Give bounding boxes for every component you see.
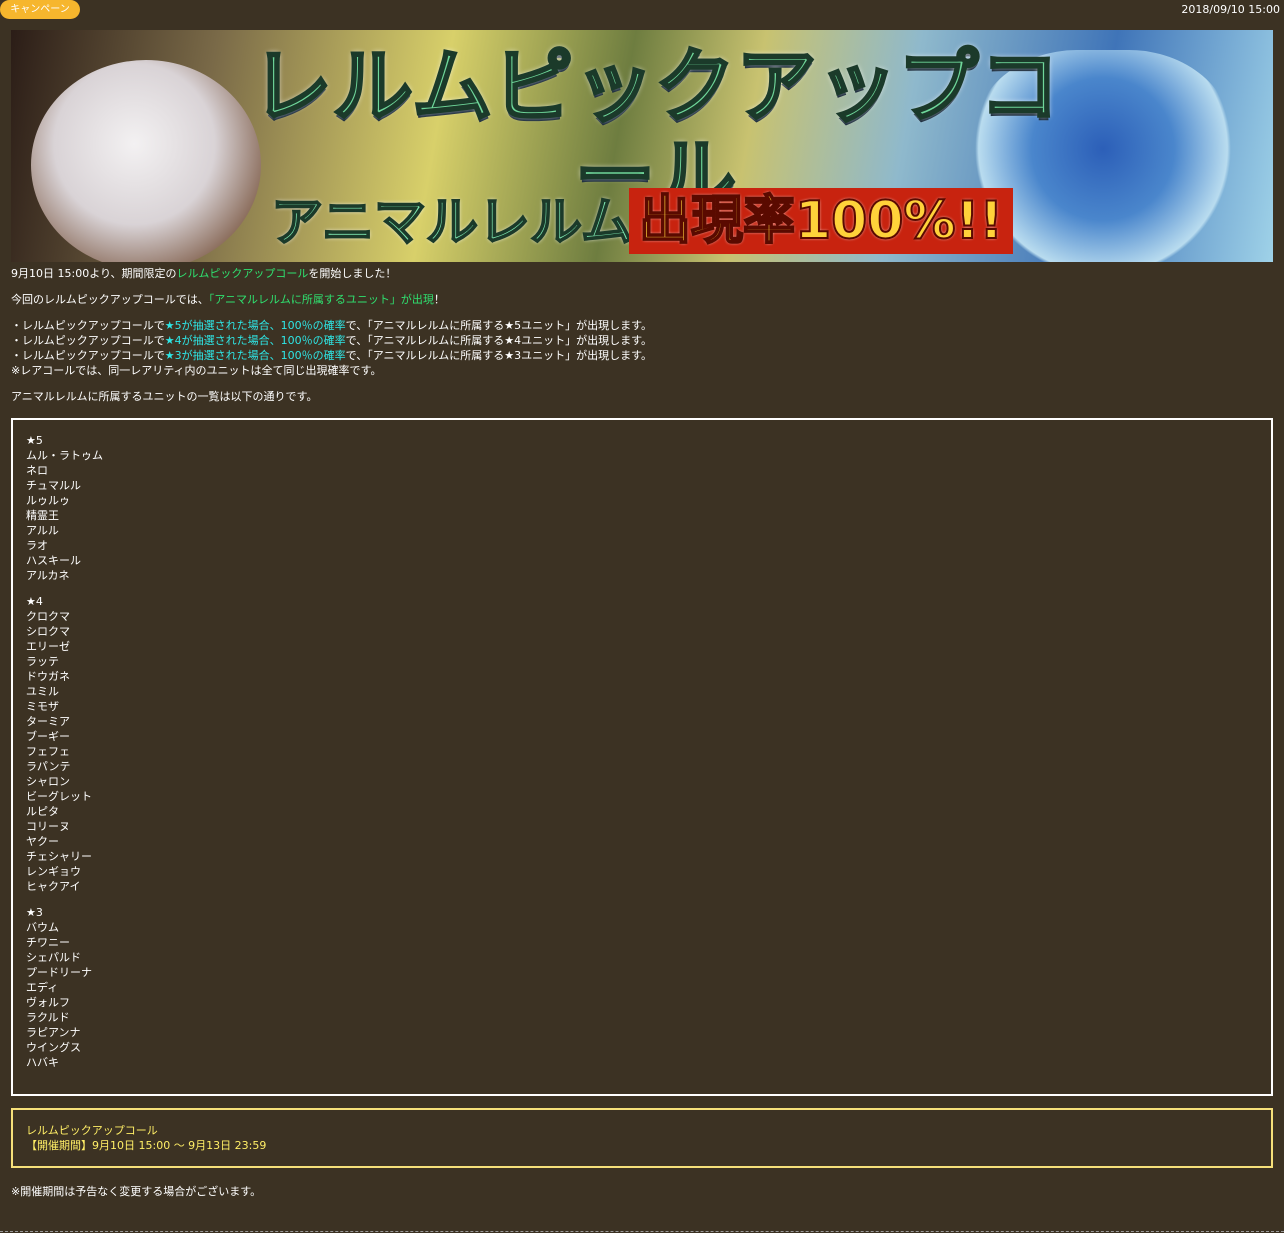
star5-group: ★5 ムル・ラトゥム ネロチュマルルルゥルゥ精霊王アルルラオハスキールアルカネ [26, 433, 1271, 583]
unit-name: チワニー [26, 936, 70, 949]
unit-name: シェパルド [26, 951, 81, 964]
unit-name: ヤクー [26, 835, 59, 848]
unit-name: ヴォルフ [26, 996, 70, 1009]
top-bar: キャンペーン 2018/09/10 15:00 [0, 0, 1284, 20]
rate-text: ・レルムピックアップコールで [11, 349, 165, 362]
unit-name: ユミル [26, 685, 59, 698]
unit-name: ミモザ [26, 700, 59, 713]
highlight-text: 「アニマルレルムに所属するユニット」が出現 [208, 293, 434, 306]
unit-name: アルカネ [26, 569, 70, 582]
unit-name: ウイングス [26, 1041, 81, 1054]
intro-text: を開始しました！ [308, 267, 397, 280]
intro-line-2: 今回のレルムピックアップコールでは、「アニマルレルムに所属するユニット」が出現！ [11, 292, 1273, 307]
unit-name: シャロン [26, 775, 70, 788]
unit-name: ハスキール [26, 554, 81, 567]
unit-list: ムル・ラトゥム ネロチュマルルルゥルゥ精霊王アルルラオハスキールアルカネ [26, 448, 1271, 583]
unit-name: ターミア [26, 715, 70, 728]
unit-name: フェフェ [26, 745, 70, 758]
unit-name: ラオ [26, 539, 48, 552]
unit-name: チュマルル [26, 479, 81, 492]
unit-name: バウム [26, 921, 59, 934]
rate-highlight: ★5が抽選された場合、100％の確率 [164, 319, 346, 332]
category-badge[interactable]: キャンペーン [0, 0, 80, 19]
unit-name: ドウガネ [26, 670, 70, 683]
unit-name: 精霊王 [26, 509, 59, 522]
article-body: 9月10日 15:00より、期間限定のレルムピックアップコールを開始しました！ … [11, 266, 1273, 404]
unit-list: バウムチワニーシェパルドプードリーナ エディヴォルフラクルドラピアンナウイングスハ… [26, 920, 1271, 1070]
rate-line: ・レルムピックアップコールで★3が抽選された場合、100％の確率で、「アニマルレ… [11, 348, 1273, 363]
event-period-box: レルムピックアップコール 【開催期間】9月10日 15:00 ～ 9月13日 2… [11, 1108, 1273, 1168]
star3-group: ★3 バウムチワニーシェパルドプードリーナ エディヴォルフラクルドラピアンナウイン… [26, 905, 1271, 1070]
unit-list: クロクマシロクマエリーゼラッテドウガネユミルミモザターミアブーギーフェフェラパン… [26, 609, 1271, 894]
rarity-label: ★3 [26, 906, 43, 919]
unit-name: ムル・ラトゥム [26, 449, 103, 462]
campaign-banner-image: レルムピックアップコール アニマルレルム 出現率100%!! [11, 30, 1273, 262]
intro-text: ！ [433, 293, 445, 306]
unit-name: チェシャリー [26, 850, 92, 863]
intro-line-1: 9月10日 15:00より、期間限定のレルムピックアップコールを開始しました！ [11, 266, 1273, 281]
unit-name: シロクマ [26, 625, 70, 638]
unit-name: ブーギー [26, 730, 70, 743]
unit-name: ラピアンナ [26, 1026, 81, 1039]
unit-list-box: ★5 ムル・ラトゥム ネロチュマルルルゥルゥ精霊王アルルラオハスキールアルカネ ★… [11, 418, 1273, 1096]
star4-group: ★4 クロクマシロクマエリーゼラッテドウガネユミルミモザターミアブーギーフェフェ… [26, 594, 1271, 894]
unit-name: ネロ [26, 464, 48, 477]
rate-line: ・レルムピックアップコールで★4が抽選された場合、100％の確率で、「アニマルレ… [11, 333, 1273, 348]
unit-name: アルル [26, 524, 59, 537]
unit-name: レンギョウ [26, 865, 81, 878]
unit-name: ラクルド [26, 1011, 70, 1024]
event-period: 【開催期間】9月10日 15:00 ～ 9月13日 23:59 [26, 1139, 267, 1152]
rare-note: ※レアコールでは、同一レアリティ内のユニットは全て同じ出現確率です。 [11, 364, 382, 377]
rate-highlight: ★4が抽選された場合、100％の確率 [164, 334, 346, 347]
rarity-label: ★5 [26, 434, 43, 447]
intro-text: 9月10日 15:00より、期間限定の [11, 267, 177, 280]
intro-text: 今回のレルムピックアップコールでは、 [11, 293, 209, 306]
rate-text: で、「アニマルレルムに所属する★4ユニット」が出現します。 [345, 334, 653, 347]
unit-name: プードリーナ [26, 966, 92, 979]
unit-name: ルピタ [26, 805, 59, 818]
list-intro: アニマルレルムに所属するユニットの一覧は以下の通りです。 [11, 390, 318, 403]
rate-text: で、「アニマルレルムに所属する★3ユニット」が出現します。 [345, 349, 653, 362]
rate-text: ・レルムピックアップコールで [11, 319, 165, 332]
unit-name: ヒャクアイ [26, 880, 81, 893]
unit-name: エリーゼ [26, 640, 70, 653]
post-date: 2018/09/10 15:00 [1181, 3, 1280, 16]
unit-name: ビーグレット [26, 790, 92, 803]
unit-name: ルゥルゥ [26, 494, 70, 507]
rate-highlight: ★3が抽選された場合、100％の確率 [164, 349, 346, 362]
unit-name: コリーヌ [26, 820, 70, 833]
unit-name: ハバキ [26, 1056, 59, 1069]
unit-name: エディ [26, 981, 59, 994]
unit-name: ラッテ [26, 655, 59, 668]
banner-subtitle-right: 出現率100%!! [629, 188, 1014, 254]
divider [0, 1231, 1284, 1232]
rate-line: ・レルムピックアップコールで★5が抽選された場合、100％の確率で、「アニマルレ… [11, 318, 1273, 333]
unit-name: ラパンテ [26, 760, 71, 773]
event-name: レルムピックアップコール [26, 1124, 158, 1137]
footer-note: ※開催期間は予告なく変更する場合がございます。 [11, 1185, 262, 1198]
rate-text: で、「アニマルレルムに所属する★5ユニット」が出現します。 [345, 319, 653, 332]
rarity-label: ★4 [26, 595, 43, 608]
banner-subtitle-left: アニマルレルム [270, 192, 634, 254]
campaign-link[interactable]: レルムピックアップコール [177, 267, 309, 280]
rate-text: ・レルムピックアップコールで [11, 334, 165, 347]
unit-name: クロクマ [26, 610, 70, 623]
